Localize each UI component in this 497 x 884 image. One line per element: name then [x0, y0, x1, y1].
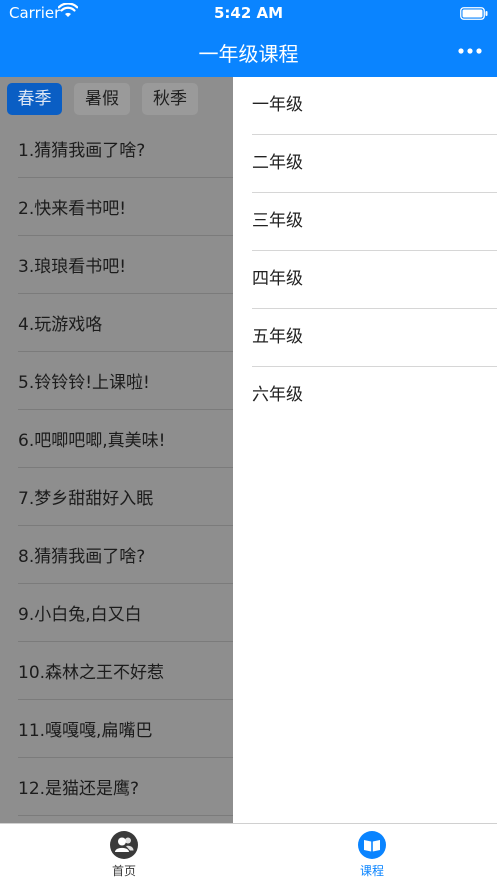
tab-home-label: 首页	[111, 864, 136, 878]
season-tab-spring[interactable]: 春季	[7, 83, 62, 115]
page-title: 一年级课程	[198, 42, 299, 66]
ellipsis-icon	[458, 48, 482, 54]
grade-menu: 一年级 二年级 三年级 四年级 五年级 六年级	[233, 77, 497, 824]
grade-item-1[interactable]: 一年级	[252, 77, 497, 135]
lesson-item[interactable]: 6.吧唧吧唧,真美味!	[18, 411, 233, 468]
grade-item-2[interactable]: 二年级	[252, 135, 497, 193]
grade-item-5[interactable]: 五年级	[252, 309, 497, 367]
lesson-item[interactable]: 8.猜猜我画了啥?	[18, 527, 233, 584]
lesson-item[interactable]: 3.琅琅看书吧!	[18, 237, 233, 294]
grade-item-6[interactable]: 六年级	[252, 367, 497, 425]
season-tab-summer[interactable]: 暑假	[74, 83, 130, 115]
user-group-icon	[110, 831, 138, 859]
season-tab-autumn[interactable]: 秋季	[142, 83, 198, 115]
lesson-item[interactable]: 5.铃铃铃!上课啦!	[18, 353, 233, 410]
lesson-item[interactable]: 9.小白兔,白又白	[18, 585, 233, 642]
tab-courses-label: 课程	[359, 864, 384, 878]
lesson-item[interactable]: 7.梦乡甜甜好入眠	[18, 469, 233, 526]
grade-item-4[interactable]: 四年级	[252, 251, 497, 309]
season-tabs: 春季 暑假 秋季	[0, 77, 233, 121]
lesson-item[interactable]: 12.是猫还是鹰?	[18, 759, 233, 816]
lesson-item[interactable]: 11.嘎嘎嘎,扁嘴巴	[18, 701, 233, 758]
lesson-panel-dimmed: 春季 暑假 秋季 1.猜猜我画了啥? 2.快来看书吧! 3.琅琅看书吧! 4.玩…	[0, 77, 233, 824]
tab-courses[interactable]: 课程	[248, 824, 496, 884]
open-book-icon	[358, 831, 386, 859]
more-button[interactable]	[457, 40, 483, 62]
lesson-item[interactable]: 2.快来看书吧!	[18, 179, 233, 236]
clock: 5:42 AM	[213, 4, 284, 22]
tab-home[interactable]: 首页	[0, 824, 248, 884]
navigation-bar: 一年级课程	[0, 26, 497, 77]
lesson-item[interactable]: 1.猜猜我画了啥?	[18, 121, 233, 178]
tab-bar: 首页 课程	[0, 823, 497, 883]
status-bar: Carrier 5:42 AM	[0, 0, 497, 26]
lesson-item[interactable]: 4.玩游戏咯	[18, 295, 233, 352]
lesson-item[interactable]: 10.森林之王不好惹	[18, 643, 233, 700]
battery-icon	[460, 6, 488, 24]
grade-item-3[interactable]: 三年级	[252, 193, 497, 251]
